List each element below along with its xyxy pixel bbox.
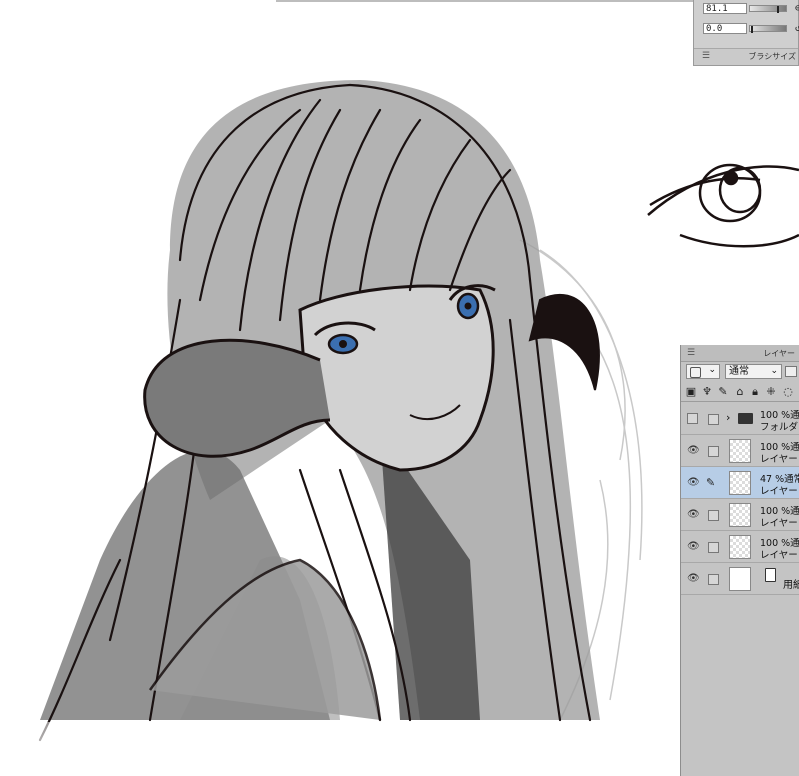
- layer-name: レイヤー: [760, 518, 798, 529]
- blend-mode-dropdown[interactable]: 通常 ⌄: [725, 364, 782, 379]
- pen-icon: ✎: [706, 476, 716, 489]
- brush-size-row: 81.1 ⊖: [703, 3, 799, 15]
- menu-icon[interactable]: ☰: [687, 348, 695, 358]
- layer-name: レイヤー: [760, 550, 798, 561]
- chevron-down-icon: ⌄: [770, 366, 778, 376]
- layer-name: フォルダ: [760, 422, 799, 433]
- layer-name: レイヤー: [760, 454, 798, 465]
- layer-color-dropdown[interactable]: ⌄: [686, 364, 720, 379]
- layer-thumbnail: [729, 535, 751, 559]
- lock-transparency-icon[interactable]: ⌂: [734, 386, 746, 398]
- chevron-down-icon: ⌄: [708, 365, 716, 375]
- canvas-bottom-overlay: [0, 722, 680, 776]
- draft-icon[interactable]: ✎: [717, 386, 729, 398]
- eye-icon[interactable]: 👁︎: [687, 541, 700, 553]
- layer-thumbnail: [729, 567, 751, 591]
- brush-panel-footer: ☰ ブラシサイズ: [694, 48, 798, 65]
- layer-toolbar-top: ⌄ 通常 ⌄: [681, 362, 799, 382]
- brush-reset-button[interactable]: ↺: [795, 23, 799, 34]
- layer-thumbnail: [729, 439, 751, 463]
- eye-icon[interactable]: 👁︎: [687, 445, 700, 457]
- layer-row-folder[interactable]: › 100 %通 フォルダ: [681, 403, 799, 435]
- lock-checkbox[interactable]: [708, 542, 719, 553]
- eye-study-sketch: [647, 163, 799, 248]
- brush-size-panel: 81.1 ⊖ 0.0 ↺ ☰ ブラシサイズ: [693, 0, 799, 66]
- brush-size-slider-knob[interactable]: [777, 6, 779, 13]
- brush-secondary-slider[interactable]: [749, 25, 787, 33]
- layer-panel-titlebar: ☰ レイヤー: [681, 345, 799, 362]
- eye-icon[interactable]: 👁︎: [687, 509, 700, 521]
- eye-icon[interactable]: 👁︎: [687, 477, 700, 489]
- brush-size-value[interactable]: 81.1: [703, 3, 747, 14]
- layer-thumbnail: [729, 471, 751, 495]
- clip-icon[interactable]: ▣: [685, 386, 697, 398]
- eye-icon[interactable]: 👁︎: [687, 573, 700, 585]
- layer-toolbar-icons: ▣ ♆ ✎ ⌂ 🔒︎ ⁜ ◌: [681, 383, 799, 402]
- lock-checkbox[interactable]: [708, 574, 719, 585]
- layer-thumbnail: [729, 503, 751, 527]
- lock-icon[interactable]: 🔒︎: [749, 386, 761, 398]
- layer-option-button[interactable]: [785, 366, 797, 377]
- layer-name: レイヤー: [760, 486, 798, 497]
- folder-icon: [738, 413, 753, 424]
- layer-row-paper[interactable]: 👁︎ 用紙: [681, 563, 799, 595]
- brush-size-button[interactable]: ⊖: [795, 3, 799, 14]
- layer-row[interactable]: 👁︎ 100 %通常 レイヤー: [681, 531, 799, 563]
- brush-size-slider[interactable]: [749, 5, 787, 13]
- mask-icon[interactable]: ⁜: [765, 386, 777, 398]
- layer-row-selected[interactable]: 👁︎ ✎ 47 %通常 レイヤー: [681, 467, 799, 499]
- top-edge-strip: [276, 0, 693, 2]
- brush-secondary-slider-knob[interactable]: [751, 26, 753, 33]
- layer-panel-title: レイヤー: [763, 349, 795, 358]
- paper-icon: [765, 568, 776, 582]
- layer-row[interactable]: 👁︎ 100 %通常 レイヤー: [681, 435, 799, 467]
- layer-panel: ☰ レイヤー ⌄ 通常 ⌄ ▣ ♆ ✎ ⌂ 🔒︎ ⁜ ◌ › 100 %通 フォ…: [680, 345, 799, 776]
- square-icon: [690, 367, 701, 378]
- visibility-checkbox[interactable]: [687, 413, 698, 424]
- brush-panel-title: ブラシサイズ: [748, 52, 796, 61]
- menu-icon[interactable]: ☰: [702, 51, 710, 61]
- color-icon[interactable]: ◌: [782, 386, 794, 398]
- lock-checkbox[interactable]: [708, 510, 719, 521]
- layer-name: 用紙: [783, 580, 799, 591]
- blend-mode-value: 通常: [729, 366, 749, 377]
- brush-opacity-row: 0.0 ↺: [703, 23, 799, 35]
- brush-secondary-value[interactable]: 0.0: [703, 23, 747, 34]
- reference-icon[interactable]: ♆: [701, 386, 713, 398]
- lock-checkbox[interactable]: [708, 414, 719, 425]
- lock-checkbox[interactable]: [708, 446, 719, 457]
- chevron-right-icon[interactable]: ›: [726, 411, 730, 424]
- layer-row[interactable]: 👁︎ 100 %通常 レイヤー: [681, 499, 799, 531]
